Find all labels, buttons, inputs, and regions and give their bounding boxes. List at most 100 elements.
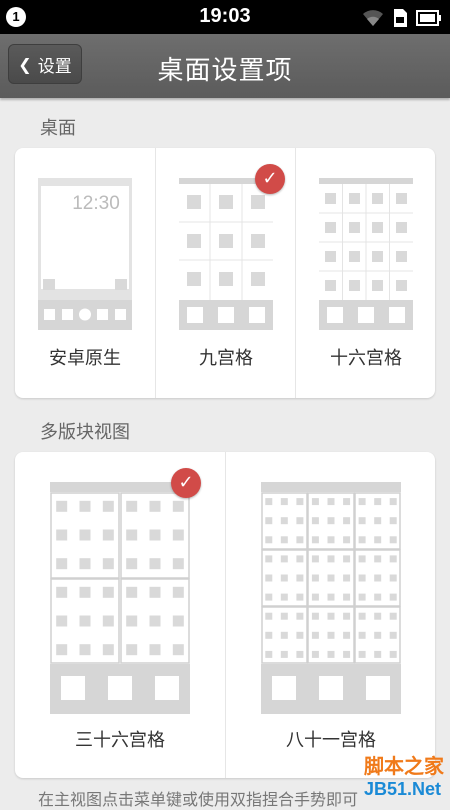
grid-cell [280, 612, 288, 620]
grid-cell [126, 529, 138, 541]
grid-cell [149, 644, 161, 656]
option-nine-grid[interactable]: ✓ 九宫格 [155, 148, 296, 398]
status-bar: 1 19:03 [0, 0, 450, 34]
grid-cell [172, 644, 184, 656]
grid-cell [265, 536, 273, 544]
option-android-native[interactable]: 12:30 安卓原生 [15, 148, 155, 398]
section-title-multi-block: 多版块视图 [40, 422, 130, 443]
grid-cell [265, 593, 273, 601]
option-label: 八十一宫格 [286, 730, 376, 751]
grid-cell [327, 650, 335, 658]
grid-cell [311, 593, 319, 601]
grid-cell [280, 650, 288, 658]
grid-cell [358, 555, 366, 563]
android-native-preview: 12:30 [38, 178, 132, 330]
grid-cell [296, 498, 304, 506]
option-label: 十六宫格 [330, 348, 402, 369]
grid-cell [56, 644, 68, 656]
thirty-six-grid-preview [50, 482, 190, 714]
grid-cell [296, 612, 304, 620]
grid-cell [172, 586, 184, 598]
grid-cell [389, 536, 397, 544]
grid-cell [296, 631, 304, 639]
grid-cell [56, 615, 68, 627]
grid-cell [79, 615, 91, 627]
grid-cell [172, 558, 184, 570]
grid-cell [327, 536, 335, 544]
grid-cell [79, 558, 91, 570]
grid-cell [343, 612, 351, 620]
grid-cell [265, 631, 273, 639]
grid-cell [327, 631, 335, 639]
page-title: 桌面设置项 [157, 56, 293, 86]
grid-cell [265, 574, 273, 582]
grid-cell [374, 631, 382, 639]
grid-cell [374, 555, 382, 563]
grid-cell [358, 498, 366, 506]
grid-cell [79, 586, 91, 598]
grid-cell [296, 593, 304, 601]
watermark-url: JB51.Net [364, 779, 442, 799]
grid-cell [126, 615, 138, 627]
grid-cell [389, 574, 397, 582]
grid-cell [126, 586, 138, 598]
battery-icon [416, 10, 441, 26]
grid-cell [296, 574, 304, 582]
grid-cell [296, 536, 304, 544]
grid-cell [343, 555, 351, 563]
option-thirty-six-grid[interactable]: ✓ 三十六宫格 [15, 452, 225, 778]
grid-cell [79, 500, 91, 512]
grid-cell [389, 593, 397, 601]
grid-cell [389, 555, 397, 563]
grid-cell [149, 586, 161, 598]
status-icons [362, 8, 442, 28]
grid-cell [149, 500, 161, 512]
grid-cell [389, 517, 397, 525]
grid-cell [265, 612, 273, 620]
grid-cell [280, 536, 288, 544]
option-sixteen-grid[interactable]: 十六宫格 [295, 148, 435, 398]
grid-cell [311, 517, 319, 525]
preview-clock: 12:30 [72, 193, 120, 214]
grid-cell [265, 555, 273, 563]
grid-cell [389, 612, 397, 620]
grid-cell [374, 498, 382, 506]
nine-grid-preview [179, 178, 273, 330]
grid-cell [280, 631, 288, 639]
sim-icon [394, 9, 407, 27]
grid-cell [280, 517, 288, 525]
grid-cell [343, 498, 351, 506]
grid-cell [172, 529, 184, 541]
grid-cell [343, 574, 351, 582]
sixteen-grid-preview [319, 178, 413, 330]
grid-cell [172, 500, 184, 512]
grid-cell [327, 517, 335, 525]
grid-cell [358, 650, 366, 658]
grid-cell [343, 631, 351, 639]
grid-cell [56, 558, 68, 570]
grid-cell [149, 558, 161, 570]
grid-cells [265, 498, 397, 658]
check-icon: ✓ [255, 164, 285, 194]
grid-cell [149, 615, 161, 627]
grid-cell [343, 536, 351, 544]
grid-cell [56, 500, 68, 512]
title-bar: ❮ 设置 桌面设置项 [0, 34, 450, 98]
grid-cell [102, 558, 114, 570]
option-eighty-one-grid[interactable]: 八十一宫格 [225, 452, 435, 778]
grid-cell [389, 498, 397, 506]
check-icon: ✓ [171, 468, 201, 498]
option-label: 三十六宫格 [75, 730, 165, 751]
watermark-text: 脚本之家 [364, 756, 444, 778]
multi-block-options-card: ✓ 三十六宫格 八十一宫格 [15, 452, 435, 778]
wifi-icon [363, 10, 383, 26]
grid-cell [374, 650, 382, 658]
grid-cell [311, 631, 319, 639]
grid-cell [343, 650, 351, 658]
grid-cell [374, 574, 382, 582]
grid-cell [374, 593, 382, 601]
grid-cell [79, 529, 91, 541]
grid-cell [296, 650, 304, 658]
grid-cell [149, 529, 161, 541]
grid-cell [280, 593, 288, 601]
